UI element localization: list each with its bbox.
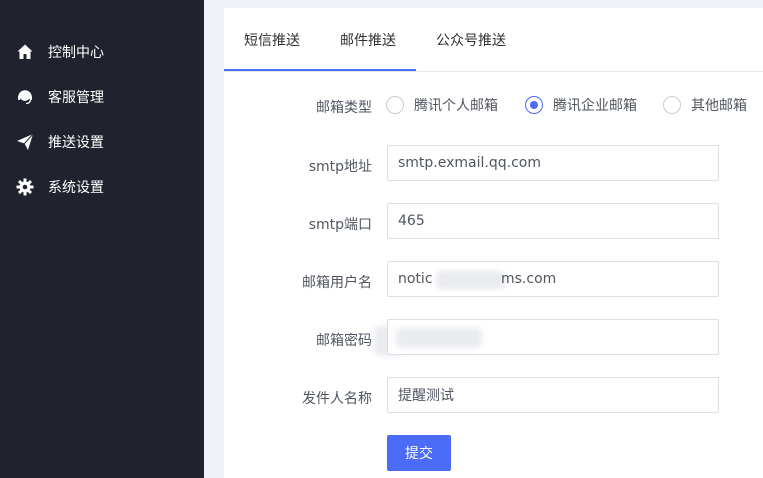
password-field[interactable] (387, 319, 719, 355)
smtp-address-label: smtp地址 (308, 159, 372, 175)
radio-circle-checked (525, 96, 543, 114)
radio-tencent-enterprise[interactable]: 腾讯企业邮箱 (525, 95, 637, 115)
mailbox-type-label: 邮箱类型 (316, 100, 372, 116)
radio-other-mailbox[interactable]: 其他邮箱 (663, 95, 747, 115)
radio-label: 其他邮箱 (691, 98, 747, 114)
smtp-address-field (387, 145, 719, 181)
tab-email-push[interactable]: 邮件推送 (340, 30, 396, 50)
headset-icon (16, 88, 34, 106)
smtp-port-label: smtp端口 (308, 217, 372, 233)
tab-wechat-push[interactable]: 公众号推送 (436, 30, 506, 50)
active-tab-indicator (224, 69, 416, 71)
gear-icon (16, 178, 34, 196)
sidebar: 控制中心 客服管理 推送设置 系统设置 (0, 0, 204, 478)
redacted-text (396, 328, 482, 348)
sender-name-field (387, 377, 719, 413)
username-label: 邮箱用户名 (302, 275, 372, 291)
password-label: 邮箱密码 (316, 333, 372, 349)
sender-name-input[interactable] (388, 378, 718, 412)
radio-label: 腾讯个人邮箱 (414, 98, 498, 114)
main-panel: 短信推送 邮件推送 公众号推送 邮箱类型 腾讯个人邮箱 腾讯企业邮箱 其他邮箱 … (224, 8, 763, 478)
tab-sms-push[interactable]: 短信推送 (244, 30, 300, 50)
username-value-prefix: notic (398, 271, 433, 287)
radio-circle (386, 96, 404, 114)
sidebar-item-label: 推送设置 (48, 135, 104, 151)
radio-tencent-personal[interactable]: 腾讯个人邮箱 (386, 95, 498, 115)
username-field[interactable]: notic ms.com (387, 261, 719, 297)
radio-circle (663, 96, 681, 114)
sidebar-item-label: 控制中心 (48, 45, 104, 61)
sidebar-item-control-center[interactable]: 控制中心 (0, 30, 204, 74)
sender-name-label: 发件人名称 (302, 391, 372, 407)
sidebar-item-customer-service[interactable]: 客服管理 (0, 75, 204, 119)
paper-plane-icon (16, 133, 34, 151)
smtp-address-input[interactable] (388, 146, 718, 180)
sidebar-item-label: 客服管理 (48, 90, 104, 106)
redacted-text (436, 271, 506, 289)
username-value-suffix: ms.com (501, 271, 557, 287)
submit-button[interactable]: 提交 (387, 435, 451, 471)
sidebar-item-label: 系统设置 (48, 180, 104, 196)
smtp-port-input[interactable] (388, 204, 718, 238)
tab-bar: 短信推送 邮件推送 公众号推送 (224, 8, 763, 72)
home-icon (16, 43, 34, 61)
sidebar-item-system-settings[interactable]: 系统设置 (0, 165, 204, 209)
sidebar-item-push-settings[interactable]: 推送设置 (0, 120, 204, 164)
radio-label: 腾讯企业邮箱 (553, 98, 637, 114)
smtp-port-field (387, 203, 719, 239)
